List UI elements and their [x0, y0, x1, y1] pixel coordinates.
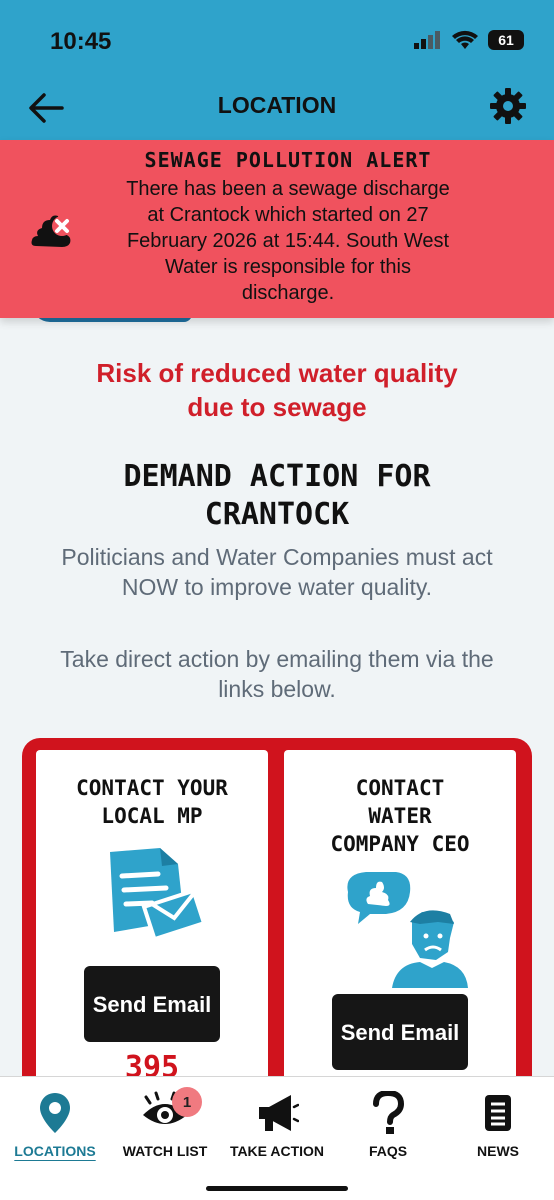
- risk-warning: Risk of reduced water quality due to sew…: [60, 356, 494, 424]
- status-time: 10:45: [50, 28, 112, 55]
- demand-line-2: CRANTOCK: [204, 497, 350, 532]
- home-indicator[interactable]: [206, 1186, 348, 1191]
- nav-watch-list[interactable]: 1 WATCH LIST: [110, 1087, 220, 1159]
- nav-label: LOCATIONS: [14, 1143, 96, 1159]
- card-title-line: COMPANY CEO: [330, 832, 470, 856]
- watch-list-badge: 1: [172, 1087, 202, 1117]
- risk-line-2: due to sewage: [187, 392, 367, 422]
- alert-body: There has been a sewage discharge at Cra…: [126, 178, 450, 304]
- wifi-icon: [452, 30, 478, 49]
- politicians-text: Politicians and Water Companies must act…: [61, 544, 493, 600]
- contact-ceo-card: CONTACT WATER COMPANY CEO Send Email: [284, 750, 516, 1076]
- nav-locations[interactable]: LOCATIONS: [0, 1091, 110, 1159]
- card-title-line: CONTACT: [355, 776, 445, 800]
- risk-line-1: Risk of reduced water quality: [96, 358, 458, 388]
- sad-person-speech-icon: [347, 872, 468, 988]
- nav-label: FAQS: [368, 1143, 408, 1159]
- nav-take-action[interactable]: TAKE ACTION: [222, 1091, 332, 1159]
- direct-action-text: Take direct action by emailing them via …: [60, 646, 494, 702]
- alert-title: SEWAGE POLLUTION ALERT: [144, 148, 432, 172]
- question-mark-icon: [373, 1091, 405, 1134]
- app-header: 10:45 61 LOCATION: [0, 0, 554, 140]
- nav-label: TAKE ACTION: [229, 1143, 325, 1159]
- card-title-line: WATER: [368, 804, 432, 828]
- status-icons: 61: [414, 30, 524, 50]
- poo-cross-icon: [31, 215, 72, 247]
- news-icon: [485, 1095, 511, 1131]
- contact-cards: CONTACT YOUR LOCAL MP Send Email 395 CON…: [22, 738, 532, 1076]
- nav-label: NEWS: [477, 1143, 519, 1159]
- page-title: LOCATION: [217, 92, 337, 118]
- contact-mp-card: CONTACT YOUR LOCAL MP Send Email 395: [36, 750, 268, 1076]
- email-count: 395: [124, 1050, 180, 1076]
- sewage-alert-banner[interactable]: SEWAGE POLLUTION ALERT There has been a …: [0, 140, 554, 318]
- bottom-nav: LOCATIONS 1 WATCH LIST TAKE ACTION FAQS: [0, 1076, 554, 1200]
- send-email-ceo-button[interactable]: Send Email: [332, 994, 468, 1070]
- gear-icon: [490, 88, 526, 124]
- main-content: Risk of reduced water quality due to sew…: [0, 318, 554, 1076]
- megaphone-icon: [259, 1095, 299, 1131]
- card-title: CONTACT YOUR LOCAL MP: [36, 774, 268, 830]
- battery-indicator: 61: [488, 30, 524, 50]
- nav-faqs[interactable]: FAQS: [333, 1091, 443, 1159]
- signal-icon: [414, 31, 440, 49]
- card-title: CONTACT WATER COMPANY CEO: [284, 774, 516, 858]
- alert-text: SEWAGE POLLUTION ALERT There has been a …: [118, 148, 458, 306]
- nav-news[interactable]: NEWS: [443, 1091, 553, 1159]
- settings-button[interactable]: [488, 86, 528, 126]
- location-pin-icon: [40, 1093, 70, 1133]
- demand-heading: DEMAND ACTION FOR CRANTOCK: [60, 458, 494, 534]
- document-envelope-icon: [110, 848, 207, 942]
- card-title-line: LOCAL MP: [101, 804, 203, 828]
- card-title-line: CONTACT YOUR: [76, 776, 228, 800]
- demand-line-1: DEMAND ACTION FOR: [123, 459, 431, 494]
- nav-label: WATCH LIST: [122, 1143, 208, 1159]
- send-email-mp-button[interactable]: Send Email: [84, 966, 220, 1042]
